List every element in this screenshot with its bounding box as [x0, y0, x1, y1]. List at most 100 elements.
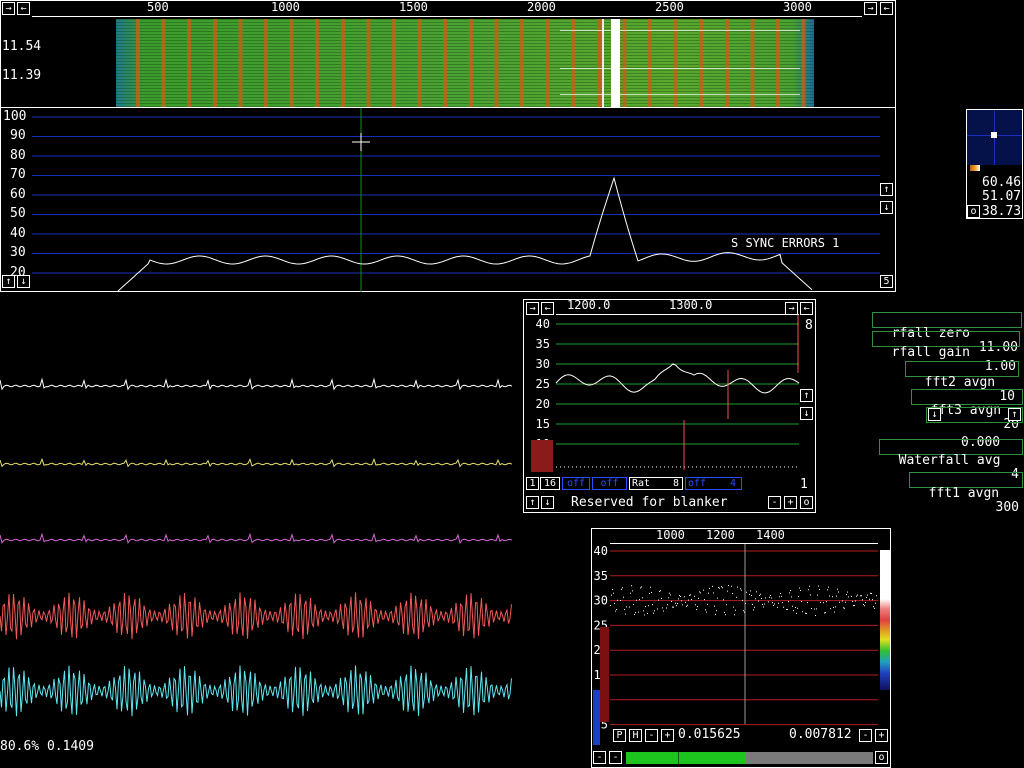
waterfall-zero-setting[interactable]: rfall zero 11.00 [872, 312, 1022, 355]
bb-left-button[interactable]: ← [541, 302, 554, 315]
afc-point [824, 612, 825, 614]
afc-point [843, 607, 844, 609]
bb-plus-button[interactable]: + [784, 496, 797, 509]
bb-off-button-3[interactable]: off 4 [685, 477, 742, 490]
waterfall-time-label-1: 11.54 [2, 39, 42, 54]
main-freq-left-button-2[interactable]: ← [880, 2, 893, 15]
afc-plus-button[interactable]: + [661, 729, 674, 742]
bb-down-button-2[interactable]: ↓ [541, 496, 554, 509]
bb-bw-button[interactable]: 1 [526, 477, 539, 490]
bb-right-button[interactable]: → [526, 302, 539, 315]
afc-point [661, 597, 662, 599]
afc-point [758, 600, 759, 602]
afc-point [869, 598, 870, 600]
afc-point [854, 604, 855, 606]
afc-point [626, 606, 627, 608]
afc-point [621, 588, 622, 590]
main-scale-up-button[interactable]: ↑ [880, 183, 893, 196]
afc-value-1: 0.015625 [678, 727, 741, 742]
afc-point [802, 611, 803, 613]
afc-freq-tick-1400: 1400 [756, 528, 785, 542]
afc-point [635, 612, 636, 614]
bb-div-button[interactable]: 16 [540, 477, 560, 490]
bb-y-tick: 15 [536, 417, 550, 431]
main-spectrum-graph[interactable] [0, 108, 896, 292]
afc-point [874, 607, 875, 609]
bb-up-button[interactable]: ↑ [800, 389, 813, 402]
main-freq-left-button[interactable]: ← [17, 2, 30, 15]
afc-minus-button[interactable]: - [645, 729, 658, 742]
afc-p-button[interactable]: P [613, 729, 626, 742]
afc-point [633, 603, 634, 605]
afc-point [714, 605, 715, 607]
afc-progress-fill [626, 752, 746, 764]
afc-point [689, 594, 690, 596]
main-freq-right-button-2[interactable]: → [864, 2, 877, 15]
afc-point [634, 614, 635, 615]
afc-point [723, 599, 724, 601]
afc-point [740, 588, 741, 590]
offset-down-button[interactable]: ↓ [928, 408, 941, 421]
fft2-avgn-label: fft2 avgn [924, 375, 996, 390]
side-readout-zero-button[interactable]: o [967, 205, 980, 218]
main-down-button[interactable]: ↓ [17, 275, 30, 288]
main-y-tick: 50 [10, 206, 26, 221]
bb-rat-field[interactable]: Rat 8 [629, 477, 683, 490]
afc-minus-button-4[interactable]: - [609, 751, 622, 764]
afc-point [788, 601, 789, 603]
bb-minus-button[interactable]: - [768, 496, 781, 509]
bb-up-button-2[interactable]: ↑ [526, 496, 539, 509]
bb-off-button-1[interactable]: off [562, 477, 590, 490]
bb-one-value: 1 [800, 477, 808, 492]
bb-left-button-2[interactable]: ← [800, 302, 813, 315]
afc-point [834, 611, 835, 613]
bb-freq-tick-1: 1200.0 [567, 298, 611, 312]
offset-setting[interactable]: ↓ 0.000 ↑ [926, 407, 1023, 450]
afc-point [680, 596, 681, 597]
main-y-axis-labels: 100 90 80 70 60 50 40 30 20 [3, 110, 31, 280]
afc-minus-button-2[interactable]: - [859, 729, 872, 742]
bb-off-button-2[interactable]: off [592, 477, 627, 490]
afc-point [863, 604, 864, 605]
afc-point [780, 593, 781, 594]
afc-point [640, 587, 641, 589]
main-avg-value[interactable]: 5 [880, 275, 893, 288]
fft1-avgn-setting[interactable]: fft1 avgn 300 [909, 472, 1023, 515]
main-up-button[interactable]: ↑ [2, 275, 15, 288]
main-freq-right-button[interactable]: → [2, 2, 15, 15]
main-scale-down-button[interactable]: ↓ [880, 201, 893, 214]
afc-minus-button-3[interactable]: - [593, 751, 606, 764]
afc-o-button[interactable]: o [875, 751, 888, 764]
afc-point [760, 593, 761, 595]
afc-point [771, 597, 772, 599]
afc-point [746, 591, 747, 593]
afc-h-button[interactable]: H [629, 729, 642, 742]
afc-point [624, 609, 625, 611]
waterfall-avg-setting[interactable]: Waterfall avg 4 [879, 439, 1023, 482]
main-y-tick: 70 [10, 167, 26, 182]
main-freq-axis [32, 16, 862, 17]
afc-point [659, 590, 660, 592]
afc-point [820, 601, 821, 603]
afc-point [743, 610, 744, 612]
baseband-graph[interactable]: 40353025201510 [524, 315, 814, 475]
afc-point [709, 587, 710, 589]
offset-up-button[interactable]: ↑ [1008, 408, 1021, 421]
afc-graph[interactable]: 403530252015105 [592, 544, 890, 732]
fft2-avgn-setting[interactable]: fft2 avgn 10 [905, 361, 1019, 404]
bb-down-button[interactable]: ↓ [800, 407, 813, 420]
afc-point [811, 608, 812, 609]
afc-left-bar [600, 627, 609, 722]
bb-o-button[interactable]: o [800, 496, 813, 509]
afc-point [688, 599, 689, 601]
fft3-avgn-setting[interactable]: fft3 avgn 20 [911, 389, 1023, 432]
fft1-avgn-label: fft1 avgn [928, 486, 1000, 501]
afc-point [816, 608, 817, 610]
afc-point [851, 595, 852, 597]
trace-magenta [0, 532, 513, 544]
afc-point [623, 596, 624, 598]
afc-plus-button-2[interactable]: + [875, 729, 888, 742]
waterfall-gain-setting[interactable]: rfall gain 1.00 [872, 331, 1020, 374]
afc-point [697, 606, 698, 608]
afc-point [823, 602, 824, 604]
